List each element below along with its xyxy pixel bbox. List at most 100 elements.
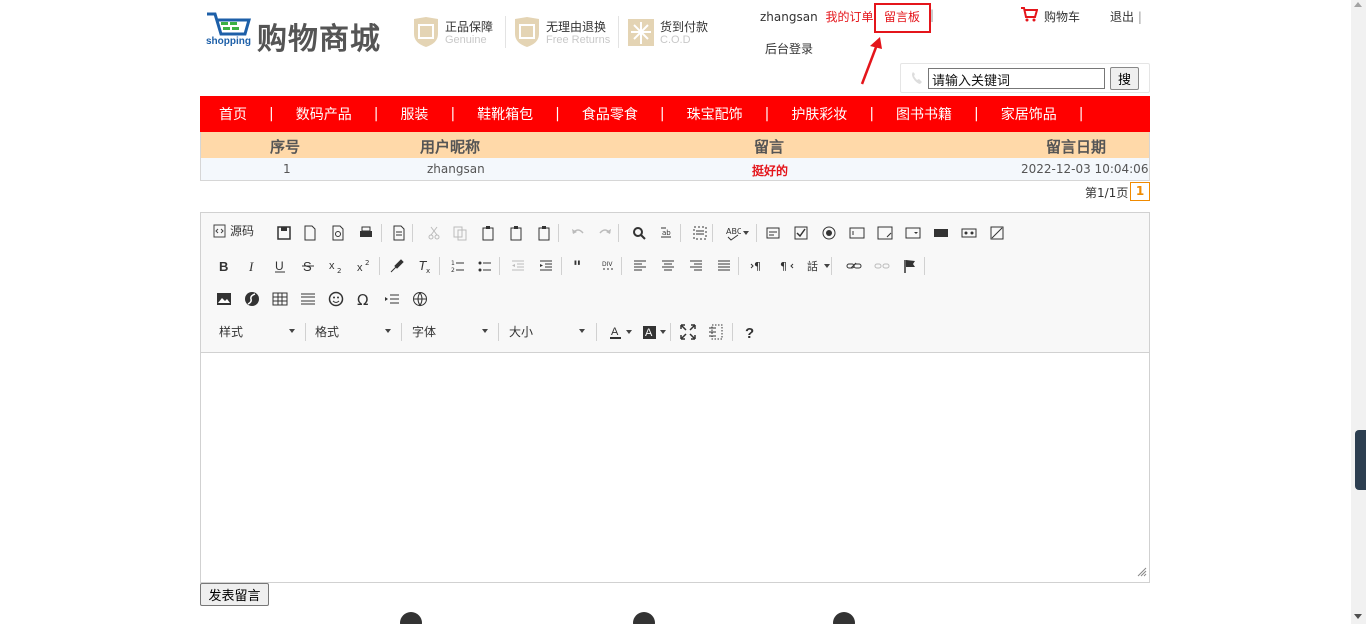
my-orders-link[interactable]: 我的订单: [826, 8, 874, 25]
combo-1[interactable]: 格式: [309, 320, 405, 342]
textarea-icon[interactable]: [874, 222, 896, 244]
cart-link[interactable]: 购物车: [1044, 8, 1080, 25]
nav-item[interactable]: 首页: [219, 104, 247, 124]
textfield-icon[interactable]: [846, 222, 868, 244]
jb-icon[interactable]: [713, 255, 735, 277]
side-widget[interactable]: [1355, 430, 1366, 490]
bold-icon[interactable]: B: [213, 255, 235, 277]
submit-message-button[interactable]: 发表留言: [200, 583, 269, 606]
nav-item[interactable]: 家居饰品: [1001, 104, 1057, 124]
radio-icon[interactable]: [818, 222, 840, 244]
unlink-icon[interactable]: [871, 255, 893, 277]
nav-item[interactable]: 食品零食: [582, 104, 638, 124]
combo-0[interactable]: 样式: [213, 320, 309, 342]
nav-item[interactable]: 服装: [400, 104, 428, 124]
help-icon[interactable]: ?: [739, 321, 761, 343]
combo-2[interactable]: 字体: [406, 320, 502, 342]
source-button[interactable]: 源码: [213, 222, 254, 239]
paste-icon[interactable]: [533, 222, 555, 244]
logout-label[interactable]: 退出: [1110, 10, 1134, 24]
page-scrollbar[interactable]: [1351, 0, 1366, 624]
nav-item[interactable]: 护肤彩妆: [791, 104, 847, 124]
find-icon[interactable]: [628, 222, 650, 244]
nav-item[interactable]: 鞋靴箱包: [477, 104, 533, 124]
nav-item[interactable]: 图书书籍: [896, 104, 952, 124]
iframe-icon[interactable]: [409, 288, 431, 310]
selectall-icon[interactable]: [689, 222, 711, 244]
search-input[interactable]: 请输入关键词: [928, 68, 1105, 89]
sub-icon[interactable]: x2: [325, 255, 347, 277]
sup-icon[interactable]: x2: [353, 255, 375, 277]
cut-icon[interactable]: [423, 222, 445, 244]
ol-icon[interactable]: 12: [447, 255, 469, 277]
omega-icon[interactable]: Ω: [353, 288, 375, 310]
message-board-link[interactable]: 留言板: [884, 8, 920, 25]
imgbtn-icon[interactable]: [958, 222, 980, 244]
anchor-icon[interactable]: [899, 255, 921, 277]
cell-nick: zhangsan: [427, 162, 485, 176]
bgcolor-icon[interactable]: A: [639, 321, 669, 343]
spell-icon[interactable]: ABC: [722, 222, 752, 244]
underline-icon[interactable]: U: [269, 255, 291, 277]
flash-icon[interactable]: [241, 288, 263, 310]
undo-icon[interactable]: [567, 222, 589, 244]
indent-icon[interactable]: [535, 255, 557, 277]
nav-item[interactable]: 数码产品: [296, 104, 352, 124]
site-logo[interactable]: shopping 购物商城: [205, 10, 385, 57]
lang-icon[interactable]: 話: [803, 255, 833, 277]
link-icon[interactable]: [843, 255, 865, 277]
textcolor-icon[interactable]: A: [605, 321, 635, 343]
ul-icon[interactable]: [474, 255, 496, 277]
pagebreak-icon[interactable]: [381, 288, 403, 310]
blocks-icon[interactable]: [705, 321, 727, 343]
combo-3[interactable]: 大小: [503, 320, 599, 342]
preview-icon[interactable]: [327, 222, 349, 244]
save-icon[interactable]: [273, 222, 295, 244]
svg-text:?: ?: [745, 325, 754, 340]
copy-icon[interactable]: [449, 222, 471, 244]
svg-text:¶: ¶: [754, 260, 761, 273]
scroll-down-arrow[interactable]: [1354, 614, 1362, 619]
ltr-icon[interactable]: ¶: [747, 255, 769, 277]
replace-icon[interactable]: ab: [655, 222, 677, 244]
paste-icon[interactable]: [505, 222, 527, 244]
table-icon[interactable]: [269, 288, 291, 310]
clearfmt-icon[interactable]: Tx: [414, 255, 436, 277]
jl-icon[interactable]: [629, 255, 651, 277]
cart-icon[interactable]: [1020, 6, 1038, 22]
col-header-message: 留言: [754, 138, 785, 156]
hr-icon[interactable]: [297, 288, 319, 310]
rtl-icon[interactable]: ¶: [775, 255, 797, 277]
jr-icon[interactable]: [685, 255, 707, 277]
paste-icon[interactable]: [477, 222, 499, 244]
jc-icon[interactable]: [657, 255, 679, 277]
logout-link[interactable]: 退出 |: [1110, 8, 1142, 25]
admin-login-link[interactable]: 后台登录: [765, 40, 813, 57]
page-number-current[interactable]: 1: [1130, 182, 1150, 201]
template-icon[interactable]: [388, 222, 410, 244]
resize-handle[interactable]: [1137, 566, 1147, 580]
search-button[interactable]: 搜: [1110, 67, 1139, 90]
select-icon[interactable]: [902, 222, 924, 244]
toolbar-separator: [712, 224, 713, 242]
nav-item[interactable]: 珠宝配饰: [687, 104, 743, 124]
print-icon[interactable]: [355, 222, 377, 244]
scroll-up-arrow[interactable]: [1354, 2, 1362, 7]
smiley-icon[interactable]: [325, 288, 347, 310]
phone-icon: [912, 72, 922, 84]
button-icon[interactable]: [930, 222, 952, 244]
strike-icon[interactable]: S: [297, 255, 319, 277]
div-icon[interactable]: DIV: [597, 255, 619, 277]
hidden-icon[interactable]: [986, 222, 1008, 244]
italic-icon[interactable]: I: [241, 255, 263, 277]
brush-icon[interactable]: [386, 255, 408, 277]
redo-icon[interactable]: [594, 222, 616, 244]
outdent-icon[interactable]: [507, 255, 529, 277]
source-label: 源码: [230, 224, 255, 238]
check-icon[interactable]: [790, 222, 812, 244]
image-icon[interactable]: [213, 288, 235, 310]
doc-icon[interactable]: [299, 222, 321, 244]
form-icon[interactable]: [762, 222, 784, 244]
maximize-icon[interactable]: [677, 321, 699, 343]
quote-icon[interactable]: ": [569, 255, 591, 277]
